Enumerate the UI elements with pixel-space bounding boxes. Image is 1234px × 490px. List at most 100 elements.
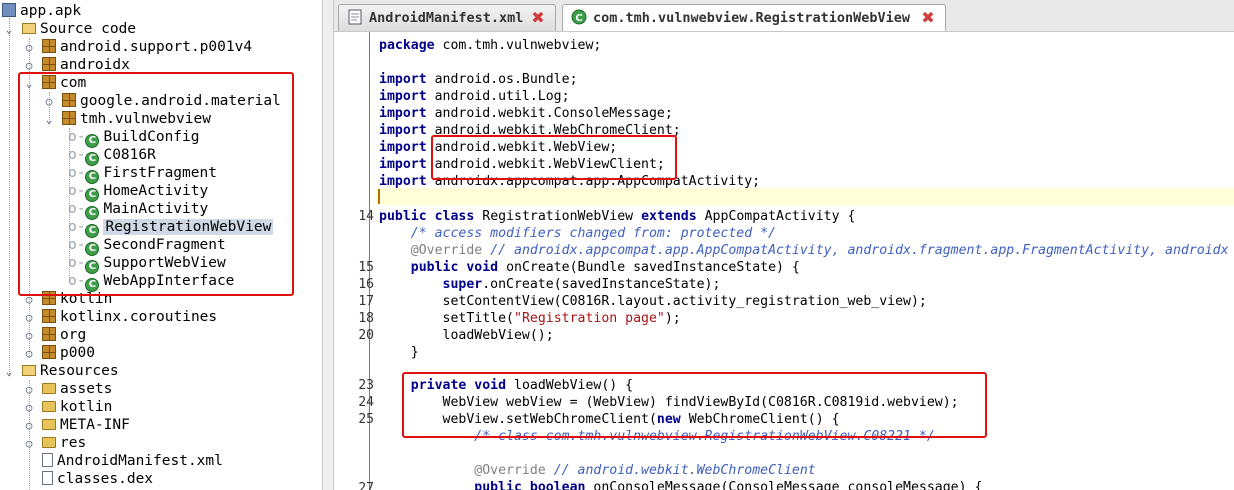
panel-splitter[interactable] [322,0,334,490]
tree-item-label: AndroidManifest.xml [57,453,223,469]
expand-toggle-icon[interactable]: ○ [24,330,34,341]
tab-label: com.tmh.vulnwebview.RegistrationWebView [593,10,910,26]
code-text: android.os.Bundle; [434,72,578,87]
line-number: 14 [358,209,374,224]
code-editor[interactable]: 14 15 16 17 18 20 23 24 25 27 package co… [334,32,1234,490]
tree-res-manifest[interactable]: AndroidManifest.xml [42,452,223,470]
tree-item-label: res [60,435,87,451]
code-comment: // android.webkit.WebChromeClient [553,463,816,478]
tree-res-res[interactable]: res [42,434,86,452]
expand-toggle-icon[interactable]: ○ [24,420,34,431]
expand-toggle-icon[interactable]: ○ [24,402,34,413]
code-line-brace: } [379,344,419,361]
expand-toggle-icon[interactable]: ○ [24,42,34,53]
code-comment: /* access modifiers changed from: protec… [410,226,776,241]
file-icon [42,471,53,485]
code-line-override: @Override // androidx.appcompat.app.AppC… [379,242,1229,259]
tree-source-code-label: Source code [40,21,137,37]
keyword: super [442,277,483,292]
keyword: import [379,157,427,172]
folder-icon [42,419,56,430]
line-number: 25 [358,412,374,427]
keyword: void [466,260,499,275]
tree-res-assets[interactable]: assets [42,380,112,398]
package-icon [42,57,56,71]
code-text: setTitle( [442,311,514,326]
folder-icon [42,401,56,412]
line-number: 24 [358,395,374,410]
code-line-import: import android.util.Log; [379,88,570,105]
tree-root-label: app.apk [20,3,82,19]
code-text: } [410,345,419,360]
tree-res-classes-dex[interactable]: classes.dex [42,470,153,488]
keyword: public [379,209,427,224]
expand-toggle-icon[interactable]: ○ [24,438,34,449]
expand-toggle-icon[interactable]: ○ [24,348,34,359]
text-caret [378,189,380,204]
code-text: loadWebView(); [442,328,554,343]
package-icon [42,39,56,53]
tree-item-label: p000 [60,345,95,361]
keyword: package [379,38,435,53]
folder-open-icon [22,365,36,376]
tree-res-kotlin[interactable]: kotlin [42,398,112,416]
tree-item-org[interactable]: org [42,326,86,344]
tab-registration-webview[interactable]: Ccom.tmh.vulnwebview.RegistrationWebView… [562,4,946,31]
project-tree: app.apk ⌄ Source code ○ android.support.… [0,0,322,490]
tree-res-meta-inf[interactable]: META-INF [42,416,130,434]
tree-item-label: kotlin [60,399,113,415]
tab-label: AndroidManifest.xml [369,10,524,26]
highlight-box-com-package [18,72,294,296]
tree-root[interactable]: app.apk [2,2,81,20]
folder-icon [42,383,56,394]
tree-item-label: org [60,327,87,343]
keyword: extends [641,209,697,224]
tree-guide [29,380,30,490]
tree-item-p000[interactable]: p000 [42,344,95,362]
class-icon: C [571,8,587,25]
keyword: class [434,209,475,224]
tree-item-android-support[interactable]: android.support.p001v4 [42,38,252,56]
keyword: import [379,106,427,121]
code-text: android.util.Log; [434,89,570,104]
collapse-toggle-icon[interactable]: ⌄ [4,24,14,35]
tree-item-kotlinx[interactable]: kotlinx.coroutines [42,308,217,326]
tree-item-label: assets [60,381,113,397]
code-line-import: import android.webkit.ConsoleMessage; [379,105,673,122]
close-icon[interactable]: ✖ [531,10,545,26]
expand-toggle-icon[interactable]: ○ [24,60,34,71]
line-number: 16 [358,277,374,292]
tree-item-label: META-INF [60,417,130,433]
tree-source-code[interactable]: Source code [22,20,136,38]
code-line-super: super.onCreate(savedInstanceState); [379,276,721,293]
annotation: @Override [474,463,546,478]
line-number: 15 [358,260,374,275]
editor-tab-bar: AndroidManifest.xml ✖ Ccom.tmh.vulnwebvi… [334,0,1234,32]
line-number: 27 [358,481,374,490]
keyword: public [410,260,459,275]
folder-icon [42,437,56,448]
package-icon [42,345,56,359]
tree-guide [9,18,10,376]
package-icon [42,309,56,323]
current-line-highlight [376,188,1234,205]
line-number: 20 [358,328,374,343]
tree-resources[interactable]: Resources [22,362,119,380]
collapse-toggle-icon[interactable]: ⌄ [4,366,14,377]
svg-text:C: C [575,13,582,24]
code-line-comment: /* access modifiers changed from: protec… [379,225,776,242]
code-text: setContentView(C0816R.layout.activity_re… [442,294,927,309]
expand-toggle-icon[interactable]: ○ [24,294,34,305]
expand-toggle-icon[interactable]: ○ [24,312,34,323]
keyword: import [379,123,427,138]
close-icon[interactable]: ✖ [921,10,935,26]
expand-toggle-icon[interactable]: ○ [24,384,34,395]
keyword: boolean [529,480,586,490]
highlight-box-webview-imports [431,135,677,180]
tree-item-label: kotlinx.coroutines [60,309,218,325]
code-text: onConsoleMessage(ConsoleMessage consoleM… [593,480,983,490]
code-line-override2: @Override // android.webkit.WebChromeCli… [379,462,816,479]
tab-android-manifest[interactable]: AndroidManifest.xml ✖ [338,4,556,31]
folder-open-icon [22,23,36,34]
tree-item-label: classes.dex [57,471,154,487]
